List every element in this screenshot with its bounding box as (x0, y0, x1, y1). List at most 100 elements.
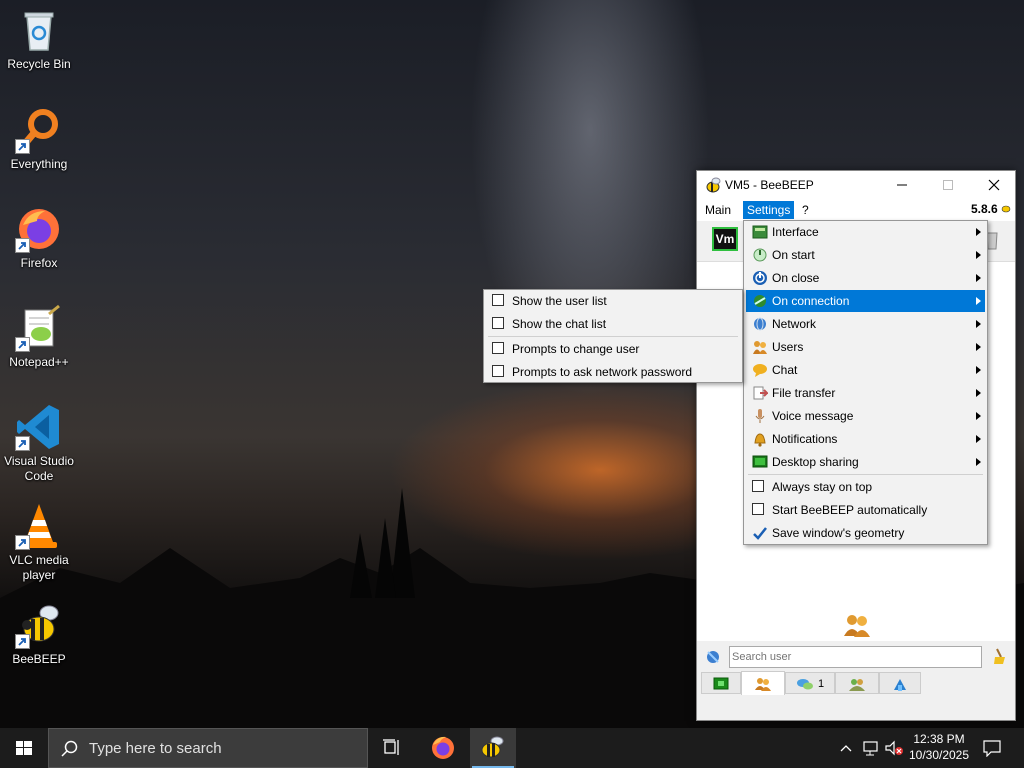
desktop-icon-label: Notepad++ (9, 355, 69, 369)
menu-item-desktop-sharing[interactable]: Desktop sharing (746, 451, 985, 473)
checkbox[interactable] (492, 317, 504, 329)
tab-share[interactable] (879, 672, 921, 694)
submenu-arrow-icon (976, 389, 981, 397)
menu-item-on-connection[interactable]: On connection (746, 290, 985, 312)
volume-muted-icon[interactable] (884, 739, 904, 757)
desktop-icon-label: Recycle Bin (7, 57, 71, 71)
chip-icon (713, 677, 729, 690)
close-button[interactable] (971, 171, 1017, 199)
tab-users[interactable] (741, 671, 785, 695)
menu-separator (488, 336, 738, 337)
start-button[interactable] (0, 728, 48, 768)
desktop-icon-notepad-plus-plus[interactable]: Notepad++ (0, 304, 78, 370)
users-icon (844, 615, 870, 637)
taskbar: Type here to search 12:38 PM 10/30/2025 (0, 728, 1024, 768)
taskbar-search-box[interactable]: Type here to search (48, 728, 368, 768)
file-transfer-icon (752, 385, 770, 401)
desktop-icon-firefox[interactable]: Firefox (0, 205, 78, 271)
maximize-button[interactable] (925, 171, 971, 199)
task-view-icon (383, 739, 399, 755)
menu-item-interface[interactable]: Interface (746, 221, 985, 243)
checkbox[interactable] (492, 342, 504, 354)
network-icon (752, 316, 768, 332)
menu-item-network[interactable]: Network (746, 313, 985, 335)
tray-date: 10/30/2025 (908, 748, 970, 762)
menu-item-on-close[interactable]: On close (746, 267, 985, 289)
submenu-arrow-icon (976, 228, 981, 236)
users-icon (752, 339, 768, 355)
connection-icon (752, 293, 768, 309)
bee-small-icon (1001, 205, 1011, 213)
network-tray-icon[interactable] (862, 739, 880, 757)
firefox-icon (15, 205, 63, 253)
checkbox[interactable] (752, 480, 764, 492)
users-icon (755, 678, 771, 691)
submenu-item-show-chat-list[interactable]: Show the chat list (486, 313, 740, 335)
beebeep-bee-icon (706, 177, 721, 193)
tab-groups[interactable] (835, 672, 879, 694)
menu-item-start-automatically[interactable]: Start BeeBEEP automatically (746, 499, 985, 521)
vm-badge-button[interactable]: Vm (712, 227, 738, 251)
checkbox[interactable] (752, 503, 764, 515)
menu-item-on-start[interactable]: On start (746, 244, 985, 266)
tab-bar: 1 (697, 671, 1015, 695)
menu-item-chat[interactable]: Chat (746, 359, 985, 381)
task-view-button[interactable] (369, 728, 415, 768)
menu-item-users[interactable]: Users (746, 336, 985, 358)
tab-chats[interactable]: 1 (785, 672, 835, 694)
taskbar-firefox-button[interactable] (420, 728, 466, 768)
taskbar-search-placeholder: Type here to search (89, 740, 222, 757)
submenu-arrow-icon (976, 320, 981, 328)
tray-clock[interactable]: 12:38 PM 10/30/2025 (906, 731, 972, 763)
shortcut-arrow-icon (15, 634, 30, 649)
search-user-input[interactable] (729, 646, 982, 668)
submenu-arrow-icon (976, 435, 981, 443)
checkbox[interactable] (492, 365, 504, 377)
power-on-icon (752, 247, 768, 263)
submenu-item-prompt-change-user[interactable]: Prompts to change user (486, 338, 740, 360)
submenu-item-show-user-list[interactable]: Show the user list (486, 290, 740, 312)
menu-main[interactable]: Main (701, 201, 735, 219)
shortcut-arrow-icon (15, 535, 30, 550)
desktop-icon-beebeep[interactable]: BeeBEEP (0, 601, 78, 667)
submenu-arrow-icon (976, 366, 981, 374)
menu-help[interactable]: ? (798, 201, 813, 219)
submenu-arrow-icon (976, 343, 981, 351)
submenu-arrow-icon (976, 412, 981, 420)
menu-settings[interactable]: Settings (743, 201, 795, 219)
menu-item-file-transfer[interactable]: File transfer (746, 382, 985, 404)
window-titlebar[interactable]: VM5 - BeeBEEP (697, 171, 1015, 199)
desktop-icon-everything[interactable]: Everything (0, 106, 78, 172)
checkmark-icon (752, 525, 768, 541)
maximize-icon (943, 180, 953, 190)
menu-item-voice-message[interactable]: Voice message (746, 405, 985, 427)
minimize-button[interactable] (879, 171, 925, 199)
vscode-icon (15, 403, 63, 451)
group-icon (849, 679, 865, 691)
desktop-icon-vscode[interactable]: Visual Studio Code (0, 403, 78, 484)
power-off-icon (752, 270, 768, 286)
interface-icon (752, 224, 768, 240)
beebeep-bee-icon (481, 736, 504, 758)
show-hidden-icons-chevron-icon[interactable] (838, 740, 854, 756)
bell-icon (752, 431, 768, 447)
share-icon (894, 679, 906, 691)
shortcut-arrow-icon (15, 139, 30, 154)
menu-item-always-on-top[interactable]: Always stay on top (746, 476, 985, 498)
tab-chip[interactable] (701, 672, 741, 694)
desktop-icon-vlc[interactable]: VLC media player (0, 502, 78, 583)
search-row (697, 641, 1015, 673)
menu-item-notifications[interactable]: Notifications (746, 428, 985, 450)
submenu-arrow-icon (976, 274, 981, 282)
shortcut-arrow-icon (15, 436, 30, 451)
notification-center-icon[interactable] (982, 739, 1002, 757)
menubar: Main Settings ? 5.8.6 (697, 199, 1015, 221)
taskbar-beebeep-button[interactable] (470, 728, 516, 768)
network-globe-icon[interactable] (705, 648, 721, 664)
submenu-arrow-icon (976, 458, 981, 466)
desktop-icon-recycle-bin[interactable]: Recycle Bin (0, 6, 78, 72)
submenu-item-prompt-network-password[interactable]: Prompts to ask network password (486, 361, 740, 383)
checkbox[interactable] (492, 294, 504, 306)
menu-item-save-geometry[interactable]: Save window's geometry (746, 522, 985, 544)
clear-broom-icon[interactable] (991, 647, 1007, 665)
